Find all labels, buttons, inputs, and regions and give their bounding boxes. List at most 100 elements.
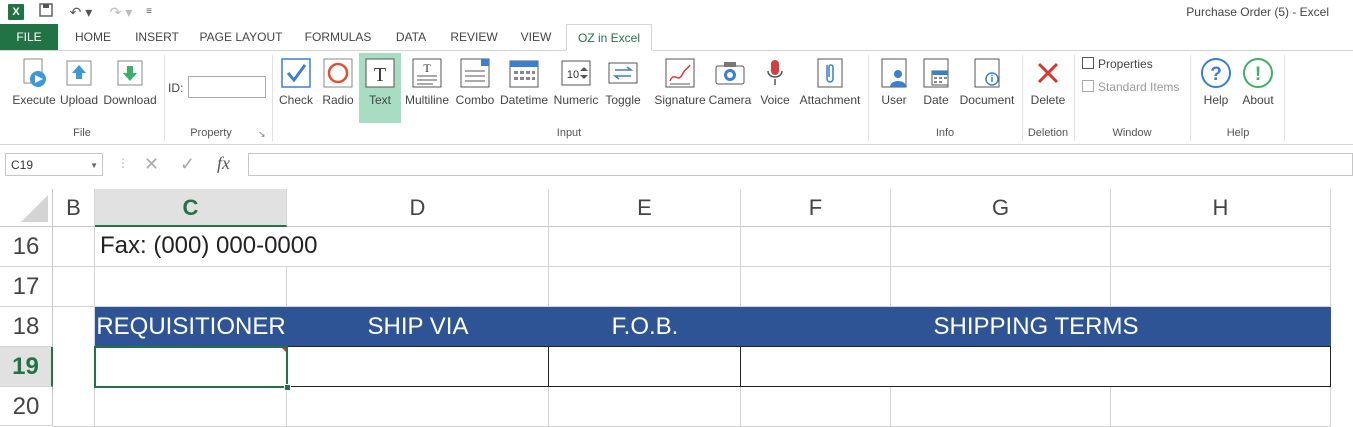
cancel-formula-icon[interactable]: ✕ <box>144 154 159 175</box>
tab-data[interactable]: DATA <box>388 24 434 50</box>
window-title: Purchase Order (5) - Excel <box>1186 5 1329 19</box>
tab-oz-in-excel[interactable]: OZ in Excel <box>566 24 652 51</box>
download-icon <box>114 57 146 89</box>
microphone-icon <box>759 57 791 89</box>
group-label-help: Help <box>1226 127 1250 139</box>
numeric-button[interactable]: 10 Numeric <box>552 55 600 119</box>
execute-button[interactable]: Execute <box>12 55 56 119</box>
toggle-button[interactable]: Toggle <box>602 55 644 119</box>
name-box[interactable]: C19 ▼ <box>5 153 103 176</box>
tab-view[interactable]: VIEW <box>512 24 560 50</box>
row-header-20[interactable]: 20 <box>0 387 53 426</box>
signature-icon <box>664 57 696 89</box>
column-header-h[interactable]: H <box>1111 189 1331 227</box>
header-fob[interactable]: F.O.B. <box>549 313 741 341</box>
svg-text:!: ! <box>1255 64 1261 85</box>
multiline-button[interactable]: T Multiline <box>402 55 452 119</box>
header-requisitioner[interactable]: REQUISITIONER <box>95 313 287 341</box>
ribbon: Execute Upload Download File ID: Propert… <box>0 51 1353 145</box>
tab-review[interactable]: REVIEW <box>446 24 502 50</box>
id-label: ID: <box>168 81 184 95</box>
signature-button[interactable]: Signature <box>654 55 706 119</box>
column-header-e[interactable]: E <box>549 189 741 227</box>
combo-button[interactable]: Combo <box>454 55 496 119</box>
fill-handle[interactable] <box>284 384 291 391</box>
standard-items-button[interactable]: Standard Items <box>1082 80 1179 94</box>
id-input[interactable] <box>188 76 266 98</box>
redo-icon[interactable]: ↷ ▾ <box>106 2 136 22</box>
calendar-icon <box>508 57 540 89</box>
document-info-icon <box>971 57 1003 89</box>
header-shipping-terms[interactable]: SHIPPING TERMS <box>741 313 1331 341</box>
fax-cell[interactable]: Fax: (000) 000-0000 <box>100 232 317 260</box>
worksheet-grid[interactable]: B C D E F G H 16 17 18 19 20 Fax: (000) … <box>0 189 1353 427</box>
group-separator <box>1284 55 1285 141</box>
column-header-b[interactable]: B <box>53 189 95 227</box>
header-ship-via[interactable]: SHIP VIA <box>287 313 549 341</box>
combo-icon <box>459 57 491 89</box>
tab-home[interactable]: HOME <box>66 24 120 50</box>
row-header-16[interactable]: 16 <box>0 227 53 267</box>
voice-button[interactable]: Voice <box>756 55 794 119</box>
gridline <box>890 227 891 307</box>
cell-f19-merged[interactable] <box>740 346 1331 387</box>
date-button[interactable]: Date <box>916 55 956 119</box>
customize-qat-icon[interactable]: ≡ <box>142 2 156 22</box>
column-header-g[interactable]: G <box>891 189 1111 227</box>
enter-formula-icon[interactable]: ✓ <box>180 154 195 175</box>
about-exclamation-icon: ! <box>1242 57 1274 89</box>
radio-icon <box>322 57 354 89</box>
ribbon-tabs: FILE HOME INSERT PAGE LAYOUT FORMULAS DA… <box>0 24 1353 51</box>
help-button[interactable]: ? Help <box>1196 55 1236 119</box>
group-label-deletion: Deletion <box>1027 127 1069 139</box>
tab-file[interactable]: FILE <box>0 24 58 50</box>
user-icon <box>878 57 910 89</box>
camera-button[interactable]: Camera <box>708 55 752 119</box>
group-label-window: Window <box>1112 127 1152 139</box>
delete-button[interactable]: Delete <box>1026 55 1070 119</box>
upload-icon <box>63 57 95 89</box>
check-button[interactable]: Check <box>276 55 316 119</box>
properties-icon <box>1082 57 1094 69</box>
undo-icon[interactable]: ↶ ▾ <box>66 2 96 22</box>
select-all-button[interactable] <box>0 189 53 227</box>
text-field-icon: T <box>364 57 396 89</box>
user-button[interactable]: User <box>874 55 914 119</box>
download-button[interactable]: Download <box>102 55 158 119</box>
upload-button[interactable]: Upload <box>58 55 100 119</box>
group-label-file: File <box>73 127 91 139</box>
tab-formulas[interactable]: FORMULAS <box>298 24 378 50</box>
formula-input[interactable] <box>248 153 1353 176</box>
about-button[interactable]: ! About <box>1238 55 1278 119</box>
gridline <box>1110 227 1111 307</box>
tab-page-layout[interactable]: PAGE LAYOUT <box>196 24 286 50</box>
document-button[interactable]: Document <box>958 55 1016 119</box>
row-header-18[interactable]: 18 <box>0 307 53 347</box>
insert-function-icon[interactable]: fx <box>217 153 230 174</box>
properties-button[interactable]: Properties <box>1082 57 1153 71</box>
row-header-17[interactable]: 17 <box>0 267 53 307</box>
radio-button[interactable]: Radio <box>318 55 358 119</box>
save-icon[interactable] <box>36 2 56 22</box>
multiline-icon: T <box>411 57 443 89</box>
datetime-button[interactable]: Datetime <box>498 55 550 119</box>
dialog-launcher-icon[interactable]: ↘ <box>258 129 266 140</box>
row-header-19[interactable]: 19 <box>0 347 53 387</box>
delete-x-icon <box>1032 57 1064 89</box>
standard-items-icon <box>1082 80 1094 92</box>
excel-logo-icon: X <box>8 4 24 20</box>
tab-insert[interactable]: INSERT <box>130 24 184 50</box>
formula-bar: C19 ▼ ⋮ ✕ ✓ fx <box>0 153 1353 180</box>
cell-d19[interactable] <box>287 346 549 387</box>
group-label-property: Property <box>190 127 232 139</box>
column-header-c[interactable]: C <box>95 189 287 227</box>
attachment-button[interactable]: Attachment <box>796 55 864 119</box>
column-header-d[interactable]: D <box>287 189 549 227</box>
column-header-f[interactable]: F <box>741 189 891 227</box>
selected-cell-c19[interactable] <box>94 346 288 388</box>
chevron-down-icon[interactable]: ▼ <box>90 154 98 177</box>
group-separator <box>1074 55 1075 141</box>
text-button[interactable]: T Text <box>359 53 401 123</box>
help-question-icon: ? <box>1200 57 1232 89</box>
cell-e19[interactable] <box>548 346 741 387</box>
